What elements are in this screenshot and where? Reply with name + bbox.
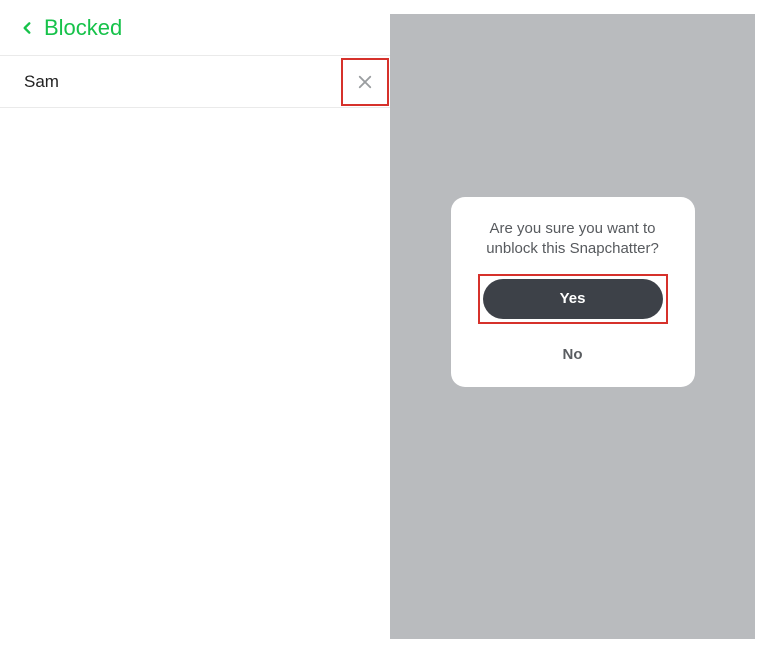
confirmation-panel: Are you sure you want to unblock this Sn… <box>390 14 755 639</box>
no-button[interactable]: No <box>543 340 603 369</box>
header-bar: Blocked <box>0 0 390 56</box>
unblock-confirm-dialog: Are you sure you want to unblock this Sn… <box>451 197 695 387</box>
dialog-message-line2: unblock this Snapchatter? <box>486 240 659 257</box>
dialog-message: Are you sure you want to unblock this Sn… <box>482 219 663 260</box>
chevron-left-icon <box>20 19 34 37</box>
unblock-button[interactable] <box>341 58 389 106</box>
blocked-user-row[interactable]: Sam <box>0 56 390 108</box>
back-button[interactable] <box>20 19 34 37</box>
close-icon <box>356 73 374 91</box>
yes-button-highlight: Yes <box>478 274 668 324</box>
dialog-message-line1: Are you sure you want to <box>490 220 656 237</box>
page-title: Blocked <box>44 15 122 41</box>
blocked-list-panel: Blocked Sam <box>0 0 390 652</box>
blocked-user-name: Sam <box>24 72 341 92</box>
yes-button[interactable]: Yes <box>483 279 663 319</box>
